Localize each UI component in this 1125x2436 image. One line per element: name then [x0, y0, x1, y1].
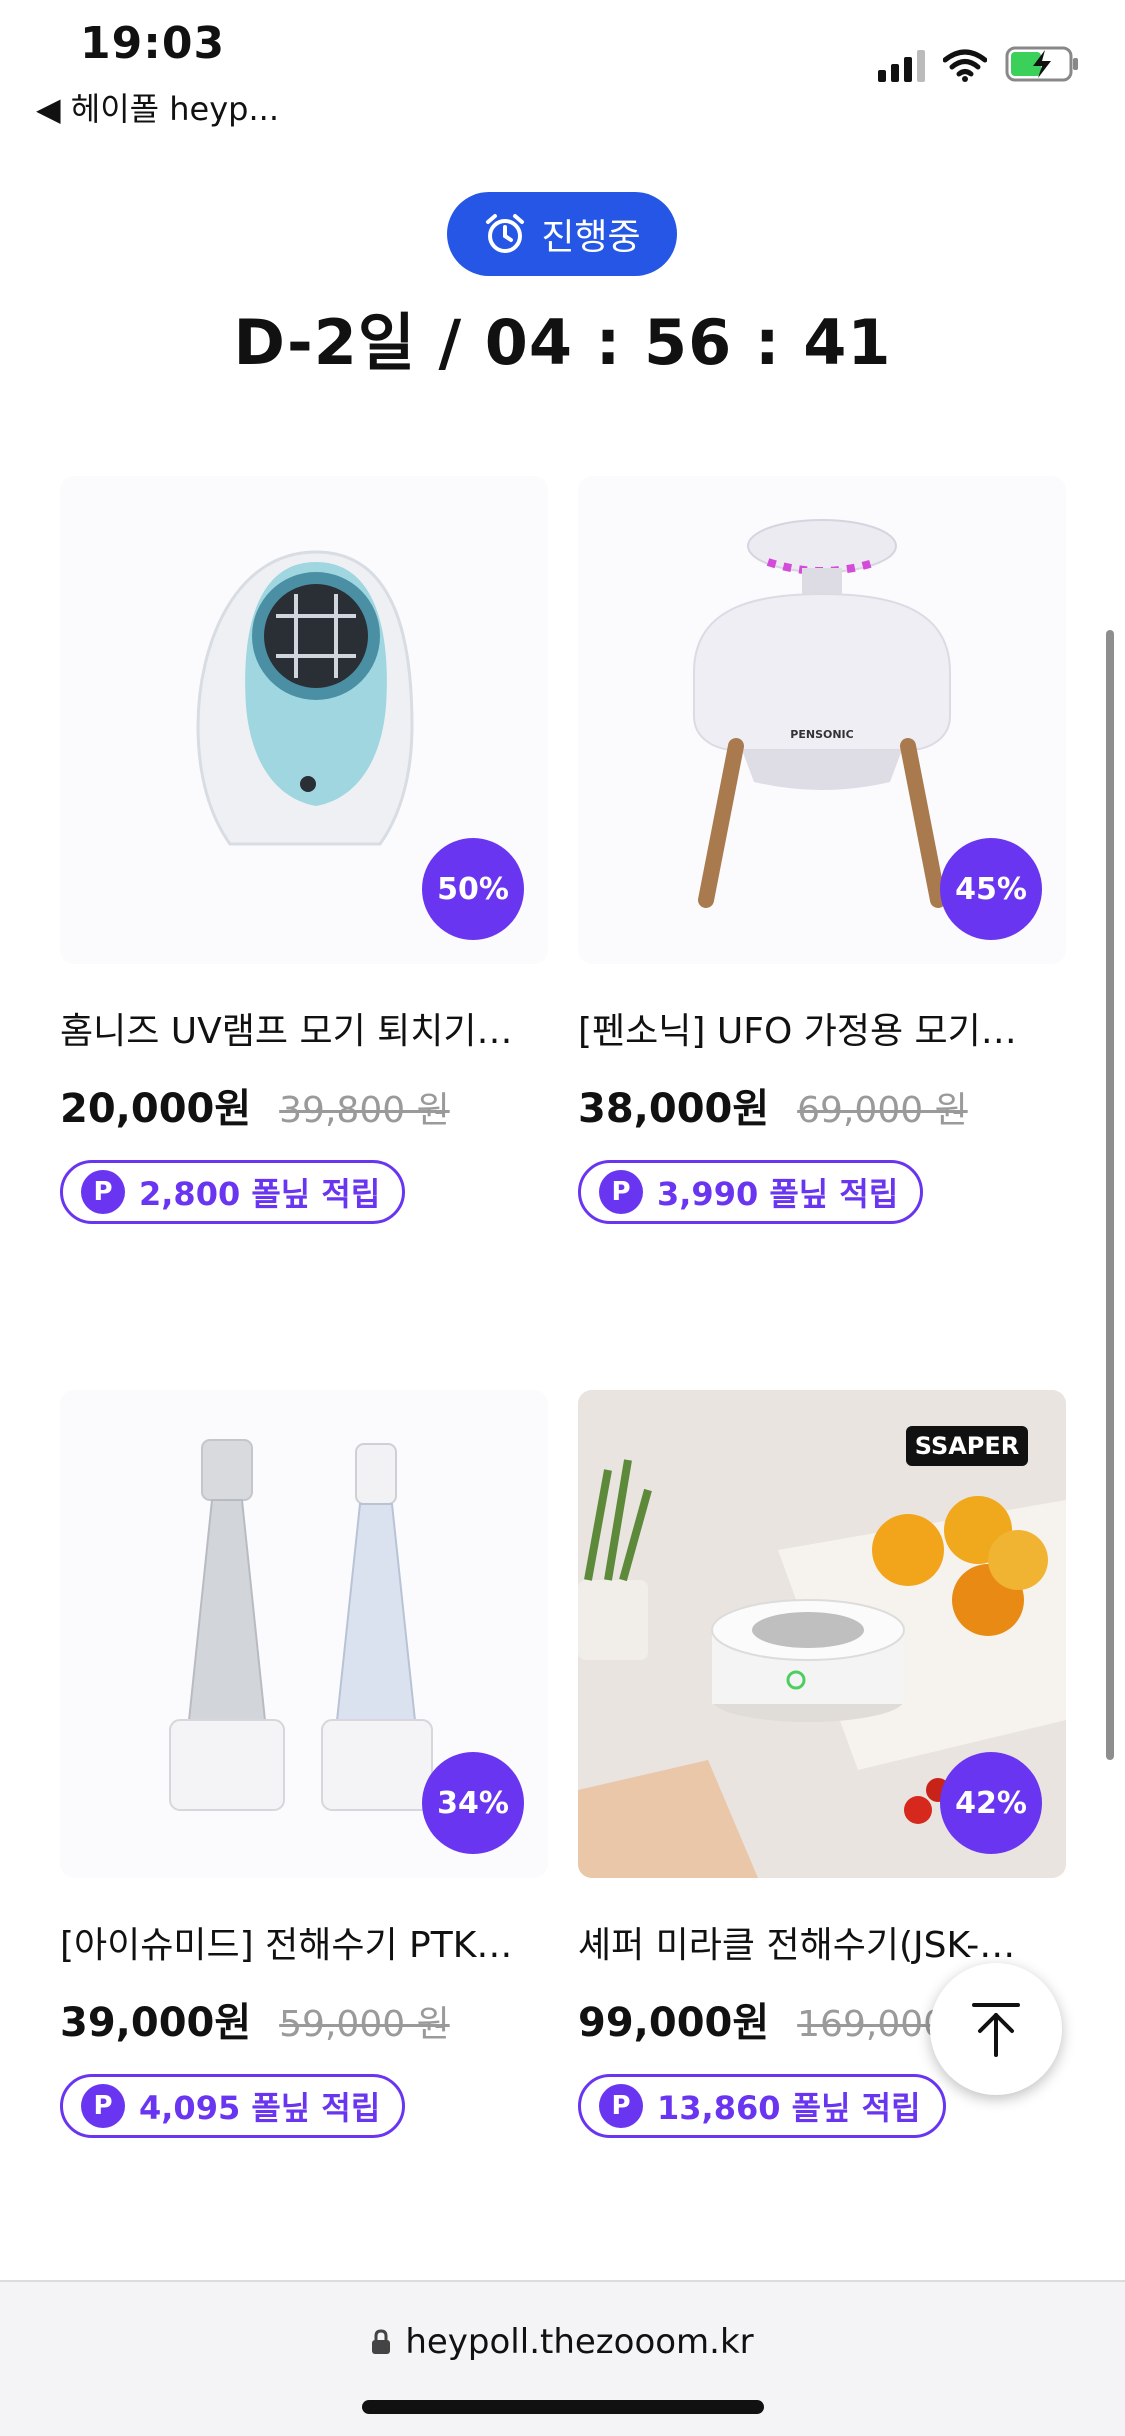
discount-badge: 50% — [422, 838, 524, 940]
svg-text:PENSONIC: PENSONIC — [790, 728, 853, 741]
scroll-to-top-button[interactable] — [930, 1963, 1062, 2095]
svg-text:SSAPER: SSAPER — [915, 1432, 1020, 1460]
sale-price: 20,000원 — [60, 1086, 252, 1132]
points-icon: P — [81, 1170, 125, 1214]
url-text: heypoll.thezooom.kr — [405, 2322, 754, 2362]
points-label: 4,095 폴닢 적립 — [139, 2089, 381, 2127]
discount-badge: 42% — [940, 1752, 1042, 1854]
points-reward-badge: P 13,860 폴닢 적립 — [578, 2074, 946, 2138]
points-label: 13,860 폴닢 적립 — [657, 2089, 921, 2127]
arrow-up-icon — [972, 2003, 1020, 2057]
scrollbar[interactable] — [1106, 630, 1114, 1760]
discount-badge: 45% — [940, 838, 1042, 940]
product-title[interactable]: 홈니즈 UV램프 모기 퇴치기… — [60, 1002, 548, 1054]
original-price: 59,000 원 — [279, 2004, 450, 2045]
product-card[interactable]: 50% 홈니즈 UV램프 모기 퇴치기… 20,000원 39,800 원 P … — [60, 476, 548, 1224]
browser-bottom-bar: heypoll.thezooom.kr — [0, 2280, 1125, 2436]
countdown-timer: D-2일 / 04 : 56 : 41 — [233, 306, 892, 379]
back-to-app-link[interactable]: ◀ 헤이폴 heyp... — [36, 84, 279, 130]
sale-price: 99,000원 — [578, 2000, 770, 2046]
lock-icon — [372, 2329, 391, 2354]
original-price: 69,000 원 — [797, 1090, 968, 1131]
points-icon: P — [599, 2084, 643, 2128]
home-indicator[interactable] — [362, 2400, 764, 2414]
discount-badge: 34% — [422, 1752, 524, 1854]
sale-price: 38,000원 — [578, 1086, 770, 1132]
points-icon: P — [599, 1170, 643, 1214]
deal-status-label: 진행중 — [541, 217, 641, 258]
product-title[interactable]: [아이슈미드] 전해수기 PTK… — [60, 1916, 548, 1968]
points-label: 3,990 폴닢 적립 — [657, 1175, 899, 1213]
status-time: 19:03 — [80, 18, 226, 69]
product-image[interactable]: 34% — [60, 1390, 548, 1878]
sale-price: 39,000원 — [60, 2000, 252, 2046]
status-icons — [878, 46, 1081, 82]
alarm-clock-icon — [486, 214, 525, 253]
points-label: 2,800 폴닢 적립 — [139, 1175, 381, 1213]
points-reward-badge: P 3,990 폴닢 적립 — [578, 1160, 924, 1224]
battery-charging-icon — [1005, 46, 1078, 82]
product-image[interactable]: PENSONIC 45% — [578, 476, 1066, 964]
product-title[interactable]: [펜소닉] UFO 가정용 모기… — [578, 1002, 1066, 1054]
points-reward-badge: P 4,095 폴닢 적립 — [60, 2074, 406, 2138]
cellular-signal-icon — [878, 48, 925, 82]
points-icon: P — [81, 2084, 125, 2128]
product-card[interactable]: 34% [아이슈미드] 전해수기 PTK… 39,000원 59,000 원 P… — [60, 1390, 548, 2138]
price-row: 38,000원 69,000 원 — [578, 1076, 1066, 1134]
address-bar[interactable]: heypoll.thezooom.kr — [0, 2322, 1125, 2362]
product-image[interactable]: 50% — [60, 476, 548, 964]
product-image[interactable]: SSAPER 42% — [578, 1390, 1066, 1878]
price-row: 20,000원 39,800 원 — [60, 1076, 548, 1134]
wifi-icon — [943, 49, 987, 82]
deal-status-badge: 진행중 — [447, 192, 677, 276]
product-card[interactable]: PENSONIC 45% [펜소닉] UFO 가정용 모기… 38,000원 6… — [578, 476, 1066, 1224]
product-title[interactable]: 셰퍼 미라클 전해수기(JSK-… — [578, 1916, 1066, 1968]
original-price: 169,000 — [797, 2004, 947, 2045]
price-row: 39,000원 59,000 원 — [60, 1990, 548, 2048]
original-price: 39,800 원 — [279, 1090, 450, 1131]
points-reward-badge: P 2,800 폴닢 적립 — [60, 1160, 406, 1224]
